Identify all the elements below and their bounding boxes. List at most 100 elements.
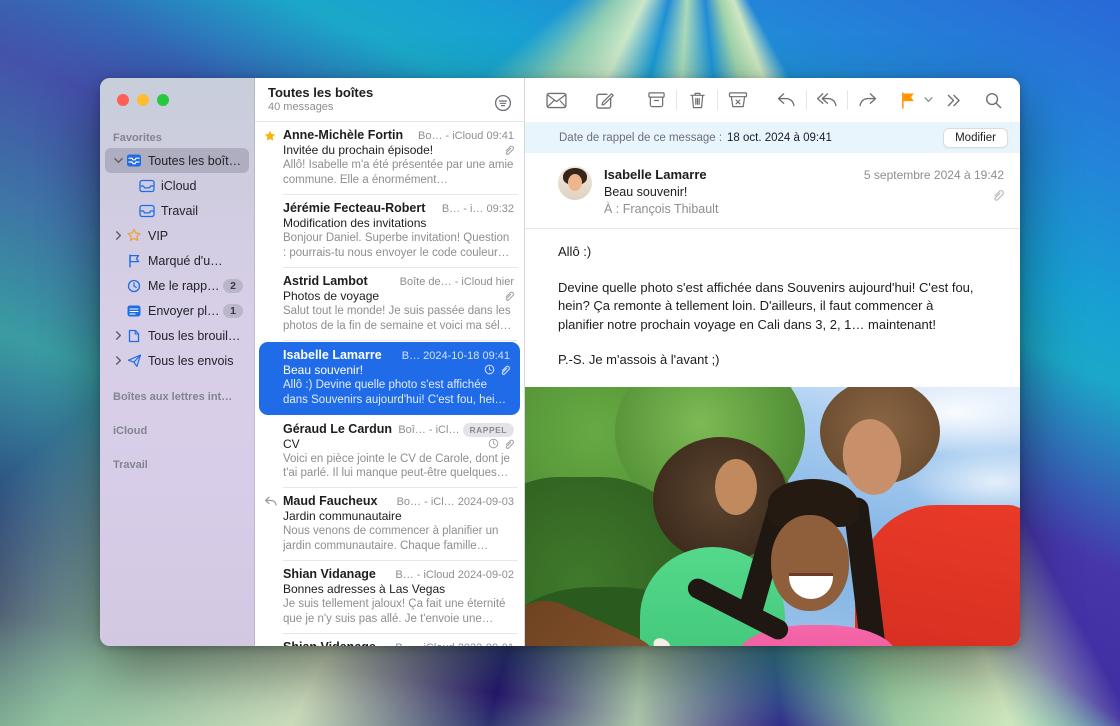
section-internet-mailboxes: Boîtes aux lettres int…: [100, 387, 254, 407]
message-count: 40 messages: [268, 101, 373, 115]
reply-icon: [776, 92, 796, 108]
toolbar: [525, 78, 1020, 122]
body-paragraph: Devine quelle photo s'est affichée dans …: [558, 279, 980, 334]
get-mail-button[interactable]: [543, 87, 569, 113]
message-sender: Isabelle Lamarre: [283, 348, 396, 362]
close-window-button[interactable]: [117, 94, 129, 106]
paperclip-icon: [991, 188, 1004, 202]
modify-button[interactable]: Modifier: [943, 128, 1008, 148]
sidebar-item-send-later[interactable]: Envoyer pl… 1: [105, 298, 249, 323]
paperplane-icon: [125, 353, 143, 369]
message-sender: Shian Vidanage: [283, 640, 389, 646]
sidebar-item-label: Toutes les boît…: [148, 154, 241, 168]
message-row[interactable]: Maud Faucheux Bo… - iCl… 2024-09-03 Jard…: [255, 488, 524, 561]
sidebar-item-all-inboxes[interactable]: Toutes les boît…: [105, 148, 249, 173]
search-icon: [985, 92, 1002, 109]
message-row-selected[interactable]: Isabelle Lamarre B… 2024-10-18 09:41 Bea…: [259, 342, 520, 415]
paperclip-icon: [499, 364, 510, 376]
section-favorites: Favorites: [100, 128, 254, 148]
message-subject: Bonnes adresses à Las Vegas: [283, 582, 514, 596]
archive-icon: [647, 91, 666, 109]
message-row[interactable]: Astrid Lambot Boîte de… - iCloud hier Ph…: [255, 268, 524, 341]
zoom-window-button[interactable]: [157, 94, 169, 106]
sidebar-item-travail-inbox[interactable]: Travail: [105, 198, 249, 223]
message-time: 2024-09-02: [458, 569, 514, 581]
star-icon: [264, 130, 279, 142]
compose-icon: [595, 91, 614, 110]
message-row[interactable]: Shian Vidanage B… - iCloud 2022-09-01: [255, 634, 524, 646]
message-preview: Salut tout le monde! Je suis passée dans…: [283, 304, 514, 334]
sidebar-item-label: iCloud: [161, 179, 196, 193]
inbox-icon: [138, 203, 156, 219]
junk-button[interactable]: [725, 87, 751, 113]
message-list-pane: Toutes les boîtes 40 messages Anne-Michè…: [255, 78, 525, 646]
section-icloud: iCloud: [100, 421, 254, 441]
reply-all-button[interactable]: [814, 87, 840, 113]
filter-icon[interactable]: [494, 94, 512, 112]
archive-button[interactable]: [643, 87, 669, 113]
sidebar-item-icloud-inbox[interactable]: iCloud: [105, 173, 249, 198]
sidebar-item-all-drafts[interactable]: Tous les brouil…: [105, 323, 249, 348]
minimize-window-button[interactable]: [137, 94, 149, 106]
forward-icon: [858, 92, 878, 108]
message-time: hier: [496, 276, 514, 288]
window-controls: [100, 94, 254, 106]
more-icon: [946, 94, 961, 107]
message-view-pane: Date de rappel de ce message : 18 oct. 2…: [525, 78, 1020, 646]
more-toolbar-items-button[interactable]: [940, 87, 966, 113]
message-account: B…: [402, 350, 420, 362]
reminder-badge: RAPPEL: [463, 423, 514, 437]
message-time: 09:41: [486, 130, 514, 142]
trash-icon: [689, 91, 706, 110]
flag-button[interactable]: [895, 87, 921, 113]
junk-icon: [728, 91, 748, 109]
trash-button[interactable]: [684, 87, 710, 113]
message-time: 2022-09-01: [458, 642, 514, 646]
reply-all-icon: [816, 92, 838, 108]
chevron-right-icon[interactable]: [112, 331, 125, 340]
sidebar-item-vip[interactable]: VIP: [105, 223, 249, 248]
sidebar-item-remind-me[interactable]: Me le rapp… 2: [105, 273, 249, 298]
section-travail: Travail: [100, 455, 254, 475]
message-preview: Nous venons de commencer à planifier un …: [283, 524, 514, 554]
to-recipient[interactable]: François Thibault: [623, 202, 719, 216]
sender-avatar[interactable]: [558, 166, 592, 200]
forward-button[interactable]: [855, 87, 881, 113]
chevron-right-icon[interactable]: [112, 356, 125, 365]
paperclip-icon: [503, 438, 514, 450]
sidebar-item-flagged[interactable]: Marqué d'u…: [105, 248, 249, 273]
flag-chevron-down-icon[interactable]: [921, 97, 935, 103]
message-subject: Photos de voyage: [283, 289, 503, 303]
compose-button[interactable]: [591, 87, 617, 113]
message-preview: Je suis tellement jaloux! Ça fait une ét…: [283, 597, 514, 627]
inbox-stack-icon: [125, 153, 143, 169]
message-row[interactable]: Jérémie Fecteau-Robert B… - i… 09:32 Mod…: [255, 195, 524, 268]
chevron-down-icon[interactable]: [112, 156, 125, 165]
mail-window: Favorites Toutes les boît… iCloud: [100, 78, 1020, 646]
message-header: Isabelle Lamarre Beau souvenir! À : Fran…: [525, 153, 1020, 229]
search-button[interactable]: [980, 87, 1006, 113]
unread-badge: 2: [223, 279, 243, 293]
message-sender: Shian Vidanage: [283, 567, 389, 581]
chevron-right-icon[interactable]: [112, 231, 125, 240]
message-row[interactable]: Anne-Michèle Fortin Bo… - iCloud 09:41 I…: [255, 122, 524, 195]
sidebar-item-label: Me le rapp…: [148, 279, 220, 293]
flag-icon: [125, 253, 143, 269]
sidebar-item-label: Travail: [161, 204, 198, 218]
message-subject: Beau souvenir!: [283, 363, 484, 377]
sidebar-item-label: Tous les envois: [148, 354, 233, 368]
body-paragraph: Allô :): [558, 243, 980, 261]
message-row[interactable]: Géraud Le Carduner Boî… - iCl… RAPPEL CV…: [255, 416, 524, 489]
message-row[interactable]: Shian Vidanage B… - iCloud 2024-09-02 Bo…: [255, 561, 524, 634]
message-account: Bo… - iCloud: [418, 130, 483, 142]
flag-icon: [900, 91, 917, 110]
mailbox-title: Toutes les boîtes: [268, 85, 373, 101]
message-time: 2024-10-18 09:41: [423, 350, 510, 362]
photo-attachment[interactable]: [525, 387, 1020, 646]
message-rows: Anne-Michèle Fortin Bo… - iCloud 09:41 I…: [255, 122, 524, 646]
message-list-header: Toutes les boîtes 40 messages: [255, 78, 524, 122]
message-sender: Astrid Lambot: [283, 274, 394, 288]
reply-button[interactable]: [773, 87, 799, 113]
star-icon: [125, 228, 143, 244]
sidebar-item-all-sent[interactable]: Tous les envois: [105, 348, 249, 373]
